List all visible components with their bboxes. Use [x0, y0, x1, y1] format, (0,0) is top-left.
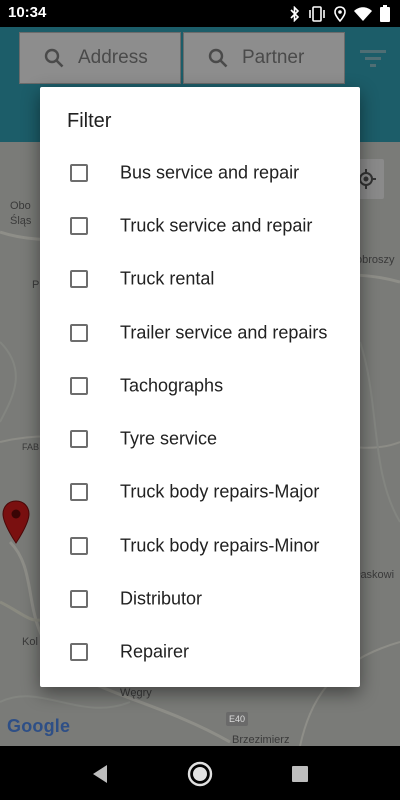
filter-option-label: Bus service and repair [120, 162, 300, 183]
filter-option[interactable]: Truck rental [40, 253, 360, 306]
map-label: obroszy [356, 254, 395, 266]
navigation-bar [0, 746, 400, 800]
partner-search-button[interactable]: Partner [183, 32, 345, 84]
filter-option-label: Truck service and repair [120, 215, 313, 236]
google-logo: Google [7, 716, 70, 737]
map-label: FAB [22, 442, 40, 452]
checkbox[interactable] [70, 430, 88, 449]
checkbox[interactable] [70, 376, 88, 395]
home-button[interactable] [186, 760, 214, 788]
map-pin-icon[interactable] [2, 500, 30, 544]
checkbox[interactable] [70, 483, 88, 502]
checkbox[interactable] [70, 216, 88, 235]
partner-search-label: Partner [242, 47, 305, 68]
google-logo-text: Google [7, 716, 71, 736]
vibrate-icon [309, 5, 325, 22]
map-label: Śląs [10, 215, 32, 227]
search-icon [44, 48, 64, 68]
checkbox[interactable] [70, 590, 88, 609]
checkbox[interactable] [70, 323, 88, 342]
map-label: P [32, 279, 40, 291]
filter-option-label: Tachographs [120, 375, 224, 396]
checkbox[interactable] [70, 163, 88, 182]
filter-option-list: Bus service and repair Truck service and… [40, 146, 360, 679]
checkbox[interactable] [70, 536, 88, 555]
filter-option[interactable]: Tyre service [40, 412, 360, 465]
home-icon [187, 761, 213, 787]
filter-option-label: Truck body repairs-Major [120, 481, 320, 502]
battery-icon [380, 5, 390, 22]
status-icons [290, 5, 390, 22]
bluetooth-icon [290, 5, 300, 22]
status-bar: 10:34 [0, 0, 400, 27]
address-search-label: Address [78, 47, 148, 68]
filter-option[interactable]: Truck service and repair [40, 199, 360, 252]
map-label: łaskowi [358, 569, 395, 581]
back-button[interactable] [86, 760, 114, 788]
filter-option[interactable]: Truck body repairs-Minor [40, 519, 360, 572]
filter-option[interactable]: Truck body repairs-Major [40, 466, 360, 519]
filter-option[interactable]: Repairer [40, 626, 360, 679]
filter-option-label: Truck body repairs-Minor [120, 535, 320, 556]
filter-option[interactable]: Tachographs [40, 359, 360, 412]
filter-icon[interactable] [358, 47, 388, 71]
map-label: Obo [10, 200, 31, 212]
filter-option[interactable]: Distributor [40, 572, 360, 625]
map-label: Kol [22, 636, 38, 648]
map-label: Węgry [120, 687, 152, 699]
filter-option[interactable]: Bus service and repair [40, 146, 360, 199]
status-time: 10:34 [8, 4, 47, 21]
road-shield: E40 [226, 712, 249, 726]
filter-option-label: Trailer service and repairs [120, 322, 328, 343]
recents-button[interactable] [286, 760, 314, 788]
filter-option-label: Tyre service [120, 428, 218, 449]
filter-option-label: Truck rental [120, 268, 215, 289]
dialog-title: Filter [67, 110, 112, 132]
back-icon [93, 765, 107, 783]
map-label: Brzezimierz [232, 734, 290, 746]
filter-option-label: Distributor [120, 588, 203, 609]
filter-dialog: Filter Bus service and repair Truck serv… [40, 87, 360, 687]
filter-option[interactable]: Trailer service and repairs [40, 306, 360, 359]
location-icon [334, 5, 346, 22]
search-icon [208, 48, 228, 68]
wifi-icon [354, 7, 372, 21]
checkbox[interactable] [70, 643, 88, 662]
recents-icon [292, 766, 308, 782]
address-search-button[interactable]: Address [19, 32, 181, 84]
checkbox[interactable] [70, 270, 88, 289]
filter-option-label: Repairer [120, 641, 190, 662]
